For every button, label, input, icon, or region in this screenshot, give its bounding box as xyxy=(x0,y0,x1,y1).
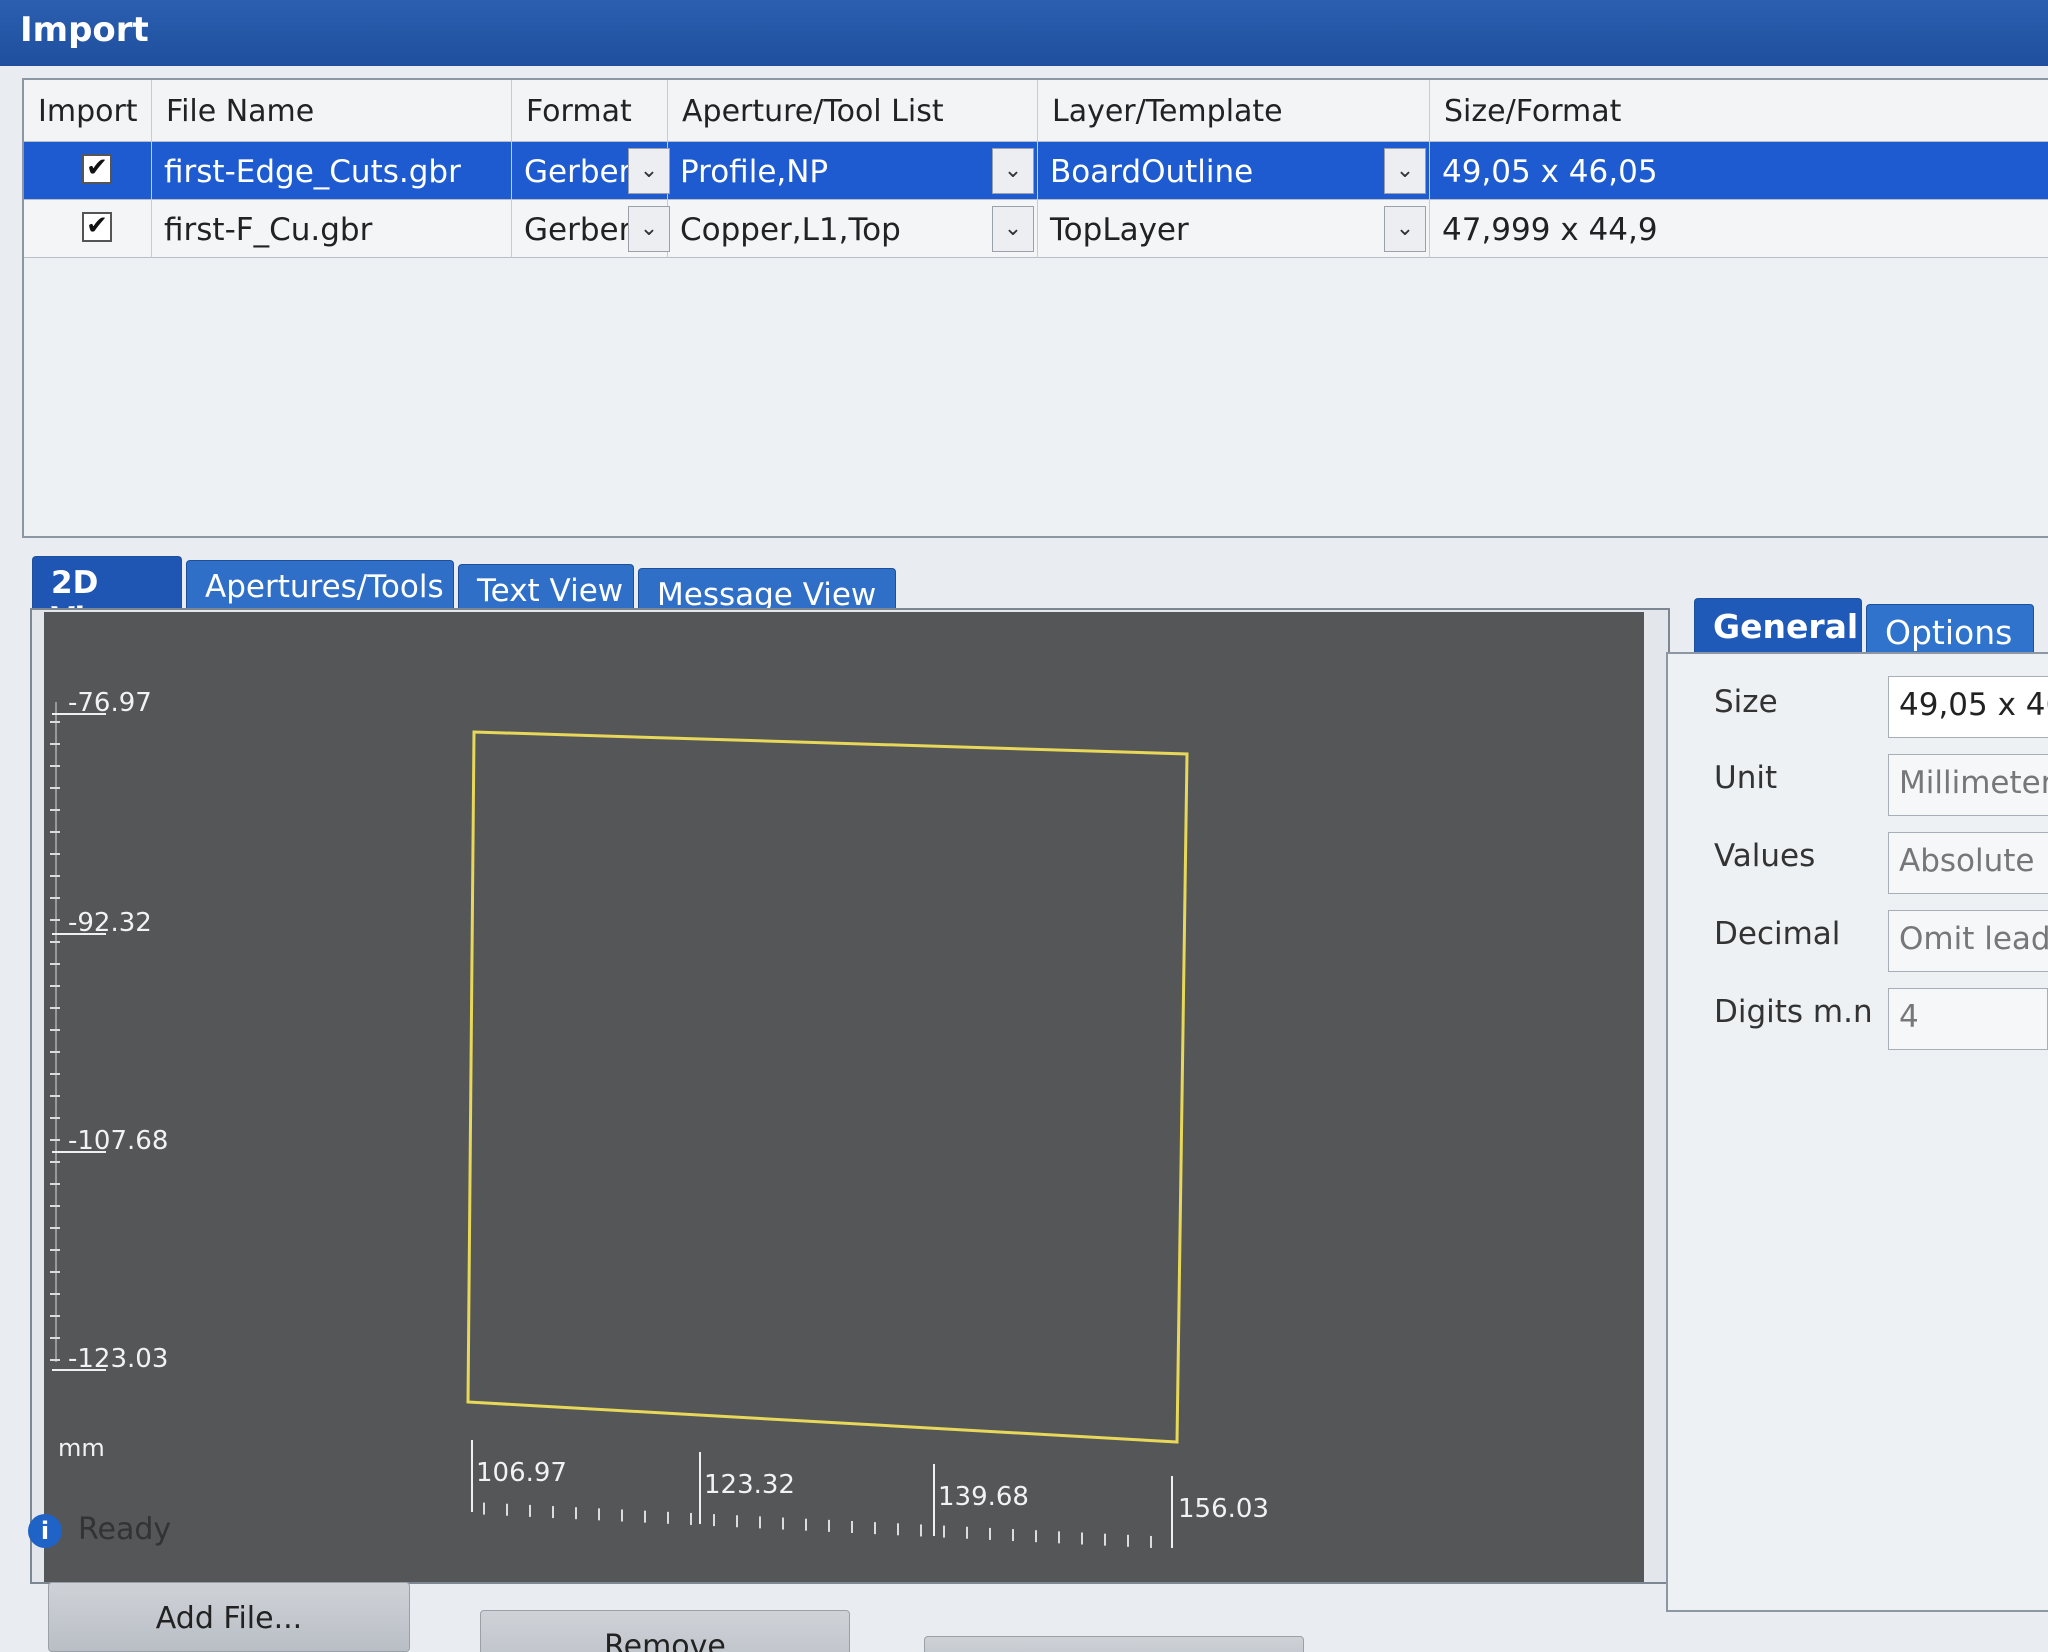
import-checkbox[interactable]: ✔ xyxy=(82,154,112,184)
file-name-cell[interactable]: first-F_Cu.gbr xyxy=(152,200,512,258)
aperture-cell[interactable]: Copper,L1,Top xyxy=(668,200,1038,258)
table-header: Import File Name Format Aperture/Tool Li… xyxy=(24,80,2048,142)
x-tick-label: 139.68 xyxy=(938,1482,1029,1512)
digits-field[interactable]: 4 xyxy=(1888,988,2048,1050)
aperture-cell[interactable]: Profile,NP xyxy=(668,142,1038,200)
tab-2d-view[interactable]: 2D View xyxy=(32,556,182,637)
window-title: Import xyxy=(0,0,2048,66)
column-header-import[interactable]: Import xyxy=(24,80,152,142)
file-table: Import File Name Format Aperture/Tool Li… xyxy=(22,78,2048,538)
info-icon: i xyxy=(28,1513,62,1548)
import-cell: ✔ xyxy=(24,200,152,258)
file-name-cell[interactable]: first-Edge_Cuts.gbr xyxy=(152,142,512,200)
aperture-dropdown-chevron-down-icon[interactable]: ⌄ xyxy=(992,148,1034,194)
x-ruler-minor-ticks xyxy=(483,1502,1152,1548)
format-dropdown-chevron-down-icon[interactable]: ⌄ xyxy=(628,206,670,252)
layer-dropdown-chevron-down-icon[interactable]: ⌄ xyxy=(1384,148,1426,194)
size-cell: 47,999 x 44,9 xyxy=(1442,212,1658,248)
property-label-decimal: Decimal xyxy=(1714,916,1841,952)
layer-value: BoardOutline xyxy=(1050,154,1254,190)
x-tick-label: 106.97 xyxy=(476,1458,567,1488)
tab-general[interactable]: General xyxy=(1694,598,1862,654)
remove-button[interactable]: Remove xyxy=(480,1610,850,1652)
layer-cell[interactable]: BoardOutline xyxy=(1038,142,1430,200)
tab-apertures-tools[interactable]: Apertures/Tools xyxy=(186,560,454,612)
column-header-size[interactable]: Size/Format xyxy=(1430,80,2048,142)
column-header-aperture[interactable]: Aperture/Tool List xyxy=(668,80,1038,142)
add-file-button[interactable]: Add File... xyxy=(48,1582,410,1652)
import-checkbox[interactable]: ✔ xyxy=(82,212,112,242)
layer-value: TopLayer xyxy=(1050,212,1189,248)
import-cell: ✔ xyxy=(24,142,152,200)
status-bar: i Ready xyxy=(28,1512,171,1548)
y-tick-label: -123.03 xyxy=(68,1344,169,1374)
y-tick-label: -92.32 xyxy=(68,908,152,938)
board-preview xyxy=(50,702,1189,1548)
status-text: Ready xyxy=(78,1512,172,1547)
property-label-values: Values xyxy=(1714,838,1816,874)
table-row[interactable]: ✔ first-Edge_Cuts.gbr GerberX2 ⌄ Profile… xyxy=(24,142,2048,200)
format-dropdown-chevron-down-icon[interactable]: ⌄ xyxy=(628,148,670,194)
unit-label: mm xyxy=(58,1434,105,1462)
y-ruler-minor-ticks xyxy=(50,721,60,1361)
decimal-field[interactable]: Omit leading xyxy=(1888,910,2048,972)
property-label-unit: Unit xyxy=(1714,760,1778,796)
column-header-file-name[interactable]: File Name xyxy=(152,80,512,142)
y-tick-label: -107.68 xyxy=(68,1126,169,1156)
2d-view-canvas[interactable]: -76.97 -92.32 -107.68 -123.03 mm 106.97 … xyxy=(44,612,1644,1582)
aperture-value: Copper,L1,Top xyxy=(680,212,901,248)
board-outline[interactable] xyxy=(466,730,1189,1444)
layer-cell[interactable]: TopLayer xyxy=(1038,200,1430,258)
column-header-layer[interactable]: Layer/Template xyxy=(1038,80,1430,142)
property-label-size: Size xyxy=(1714,684,1778,720)
table-row[interactable]: ✔ first-F_Cu.gbr GerberX2 ⌄ Copper,L1,To… xyxy=(24,200,2048,258)
values-field[interactable]: Absolute xyxy=(1888,832,2048,894)
x-tick-label: 156.03 xyxy=(1178,1494,1269,1524)
layer-dropdown-chevron-down-icon[interactable]: ⌄ xyxy=(1384,206,1426,252)
y-tick-label: -76.97 xyxy=(68,688,152,718)
size-cell: 49,05 x 46,05 xyxy=(1442,154,1658,190)
x-tick-label: 123.32 xyxy=(704,1470,795,1500)
unit-field[interactable]: Millimeter xyxy=(1888,754,2048,816)
aperture-dropdown-chevron-down-icon[interactable]: ⌄ xyxy=(992,206,1034,252)
footer-button[interactable] xyxy=(924,1636,1304,1652)
property-label-digits: Digits m.n xyxy=(1714,994,1873,1030)
aperture-value: Profile,NP xyxy=(680,154,829,190)
size-field[interactable]: 49,05 x 46,05 xyxy=(1888,676,2048,738)
column-header-format[interactable]: Format xyxy=(512,80,668,142)
